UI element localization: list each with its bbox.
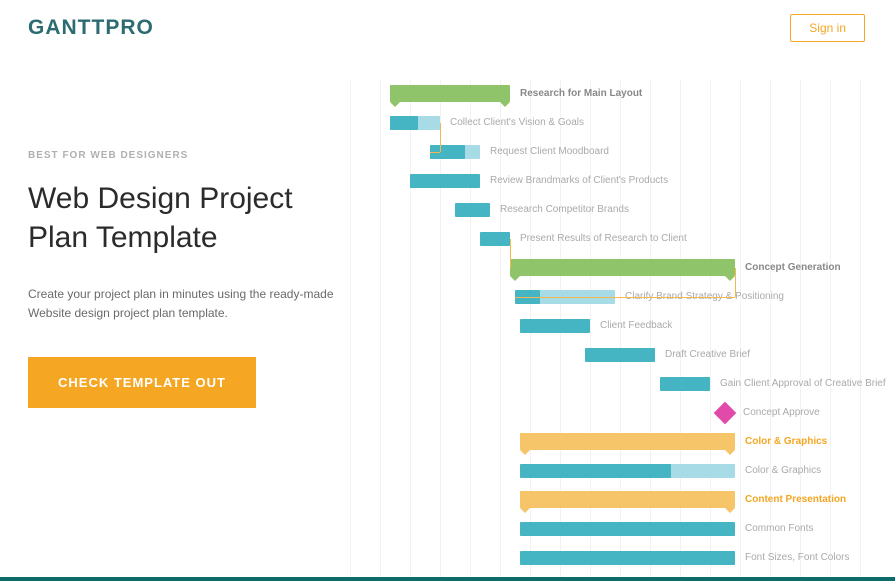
task-bar[interactable] <box>430 145 480 159</box>
row-label: Present Results of Research to Client <box>520 233 687 244</box>
milestone-icon <box>714 402 737 425</box>
gantt-row: Clarify Brand Strategy & Positioning <box>350 283 895 311</box>
row-label: Collect Client's Vision & Goals <box>450 117 584 128</box>
gantt-row: Font Sizes, Font Colors <box>350 544 895 572</box>
gantt-row: Research for Main Layout <box>350 80 895 108</box>
gantt-row: Request Client Moodboard <box>350 138 895 166</box>
row-label: Concept Generation <box>745 262 841 273</box>
gantt-chart: Research for Main Layout Collect Client's… <box>350 80 895 580</box>
row-label: Research for Main Layout <box>520 88 642 99</box>
task-bar[interactable] <box>520 464 735 478</box>
group-bar[interactable] <box>520 491 735 508</box>
row-label: Research Competitor Brands <box>500 204 629 215</box>
gantt-row: Color & Graphics <box>350 428 895 456</box>
page-title: Web Design Project Plan Template <box>28 179 338 257</box>
gantt-row: Color & Graphics <box>350 457 895 485</box>
cta-button[interactable]: CHECK TEMPLATE OUT <box>28 357 256 408</box>
gantt-row: Draft Creative Brief <box>350 341 895 369</box>
group-bar[interactable] <box>510 259 735 276</box>
row-label: Color & Graphics <box>745 436 827 447</box>
task-bar[interactable] <box>520 319 590 333</box>
task-bar[interactable] <box>660 377 710 391</box>
row-label: Color & Graphics <box>745 465 821 476</box>
gantt-row: Present Results of Research to Client <box>350 225 895 253</box>
gantt-row: Collect Client's Vision & Goals <box>350 109 895 137</box>
gantt-row: Gain Client Approval of Creative Brief <box>350 370 895 398</box>
row-label: Clarify Brand Strategy & Positioning <box>625 291 784 302</box>
group-bar[interactable] <box>520 433 735 450</box>
row-label: Client Feedback <box>600 320 672 331</box>
task-bar[interactable] <box>585 348 655 362</box>
gantt-row: Research Competitor Brands <box>350 196 895 224</box>
row-label: Request Client Moodboard <box>490 146 609 157</box>
gantt-row: Concept Generation <box>350 254 895 282</box>
eyebrow-text: BEST FOR WEB DESIGNERS <box>28 150 338 161</box>
row-label: Concept Approve <box>743 407 820 418</box>
brand-logo: GANTTPRO <box>28 16 154 40</box>
gantt-row: Content Presentation <box>350 486 895 514</box>
gantt-row: Client Feedback <box>350 312 895 340</box>
row-label: Review Brandmarks of Client's Products <box>490 175 668 186</box>
task-bar[interactable] <box>515 290 615 304</box>
task-bar[interactable] <box>520 522 735 536</box>
task-bar[interactable] <box>520 551 735 565</box>
task-bar[interactable] <box>480 232 510 246</box>
gantt-row: Review Brandmarks of Client's Products <box>350 167 895 195</box>
task-bar[interactable] <box>390 116 440 130</box>
row-label: Common Fonts <box>745 523 813 534</box>
signin-button[interactable]: Sign in <box>790 14 865 42</box>
task-bar[interactable] <box>410 174 480 188</box>
row-label: Gain Client Approval of Creative Brief <box>720 378 886 389</box>
row-label: Font Sizes, Font Colors <box>745 552 849 563</box>
bottom-accent-bar <box>0 577 895 581</box>
row-label: Draft Creative Brief <box>665 349 750 360</box>
task-bar[interactable] <box>455 203 490 217</box>
gantt-row: Common Fonts <box>350 515 895 543</box>
row-label: Content Presentation <box>745 494 846 505</box>
gantt-row: Concept Approve <box>350 399 895 427</box>
description: Create your project plan in minutes usin… <box>28 285 338 323</box>
group-bar[interactable] <box>390 85 510 102</box>
